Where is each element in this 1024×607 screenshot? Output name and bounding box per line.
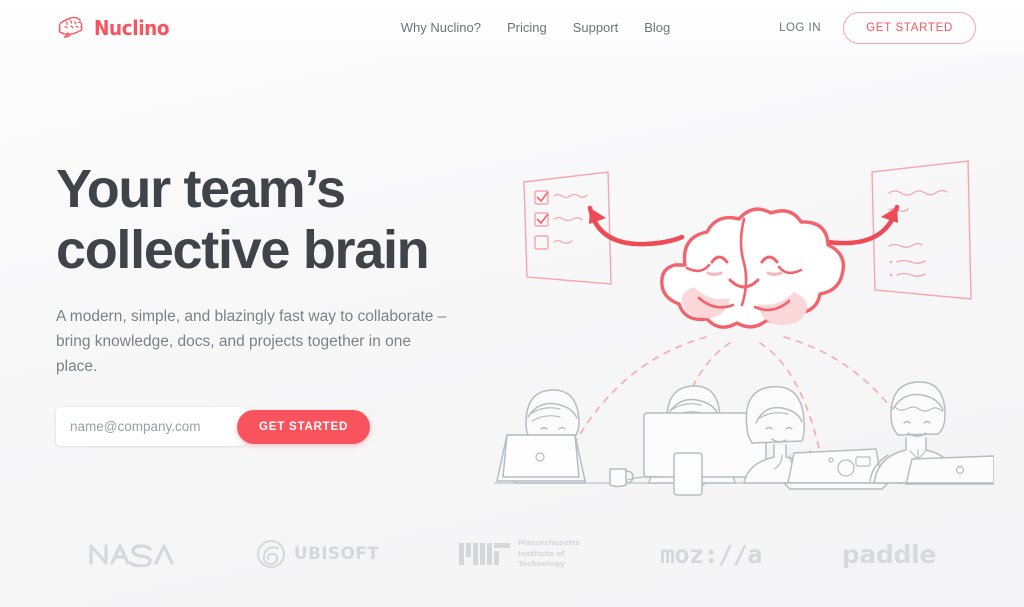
subtitle-line-2: bring knowledge, docs, and projects toge… — [56, 332, 412, 375]
collective-brain-illustration — [494, 151, 994, 521]
hero-get-started-button[interactable]: GET STARTED — [237, 409, 371, 444]
mit-logo: Massachusetts Institute of Technology — [459, 533, 580, 575]
person-illustration — [496, 389, 586, 484]
smiling-cloud-brain-icon — [660, 207, 846, 329]
headline-line-1: Your team’s — [56, 159, 346, 219]
nav-item-blog[interactable]: Blog — [644, 20, 670, 35]
nav-item-why-nuclino[interactable]: Why Nuclino? — [401, 20, 481, 35]
arrow-head-left — [589, 208, 606, 224]
headline-line-2: collective brain — [56, 220, 430, 281]
mozilla-logo: moz://a — [660, 533, 762, 575]
hero-section: Your team’s collective brain A modern, s… — [0, 55, 1024, 607]
brand-name: Nuclino — [94, 15, 170, 40]
signup-form: GET STARTED — [56, 407, 486, 447]
nav-item-pricing[interactable]: Pricing — [507, 20, 547, 35]
mit-line-3: Technology — [518, 559, 565, 569]
site-header: Nuclino Why Nuclino? Pricing Support Blo… — [0, 0, 1024, 55]
mit-line-2: Institute of — [518, 548, 565, 558]
nav-item-support[interactable]: Support — [573, 20, 619, 35]
ubisoft-wordmark: UBISOFT — [293, 544, 380, 564]
hero-copy: Your team’s collective brain A modern, s… — [56, 159, 486, 447]
brain-speech-bubble-icon — [56, 16, 86, 40]
log-in-link[interactable]: LOG IN — [779, 22, 821, 34]
paddle-logo: paddle — [841, 533, 937, 575]
mozilla-wordmark: moz://a — [659, 539, 762, 569]
subtitle-line-1: A modern, simple, and blazingly fast way… — [56, 308, 447, 326]
person-illustration — [869, 381, 994, 485]
mit-wordmark: Massachusetts Institute of Technology — [518, 538, 580, 570]
header-actions: LOG IN GET STARTED — [779, 11, 976, 44]
mit-line-1: Massachusetts — [518, 537, 580, 547]
email-input[interactable] — [56, 407, 246, 447]
nasa-logo — [88, 533, 176, 575]
person-illustration — [743, 385, 889, 490]
paddle-wordmark: paddle — [841, 539, 937, 569]
page-title: Your team’s collective brain — [56, 159, 486, 281]
hero-subtitle: A modern, simple, and blazingly fast way… — [56, 305, 456, 379]
ubisoft-logo: UBISOFT — [256, 533, 379, 575]
person-illustration — [609, 385, 767, 496]
brand-logo-link[interactable]: Nuclino — [56, 16, 176, 40]
client-logo-strip: UBISOFT Massachusetts Institute of Techn… — [0, 533, 1024, 575]
header-get-started-button[interactable]: GET STARTED — [843, 11, 976, 44]
main-navigation: Why Nuclino? Pricing Support Blog — [401, 20, 671, 35]
